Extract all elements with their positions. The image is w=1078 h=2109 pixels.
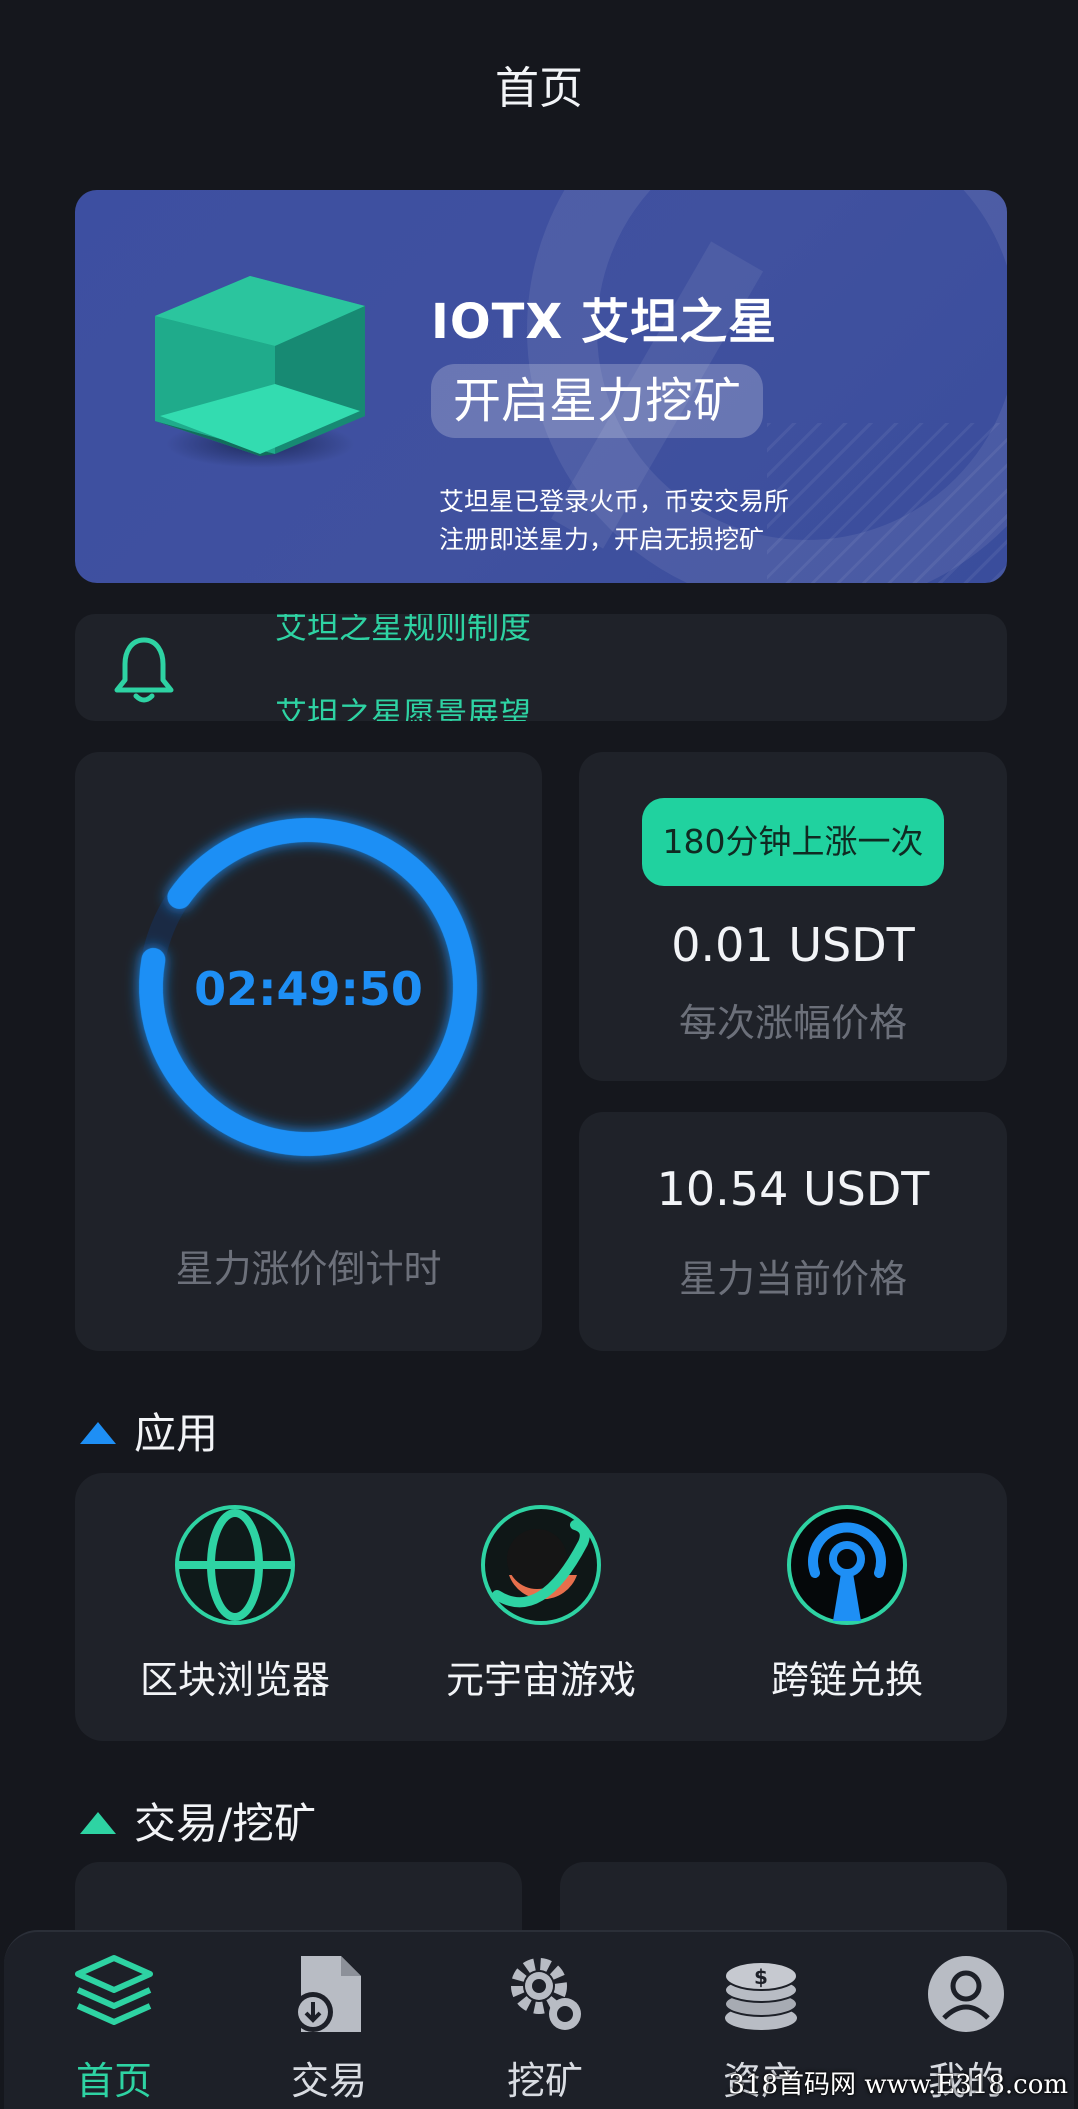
broadcast-icon	[787, 1505, 907, 1625]
user-icon	[928, 1956, 1004, 2032]
section-title-trade: 交易/挖矿	[80, 1790, 316, 1851]
app-label: 区块浏览器	[139, 1658, 330, 1702]
current-price-value: 10.54 USDT	[656, 1162, 930, 1216]
countdown-caption: 星力涨价倒计时	[175, 1247, 442, 1291]
current-price-card: 10.54 USDT 星力当前价格	[579, 1112, 1007, 1351]
tab-label: 首页	[75, 2059, 152, 2103]
gears-icon	[511, 1958, 581, 2030]
banner-subtitle: 注册即送星力，开启无损挖矿	[439, 525, 765, 554]
notice-bar[interactable]: 艾坦之星规则制度 艾坦之星愿景展望	[75, 614, 1007, 721]
app-metaverse-game[interactable]: 元宇宙游戏	[386, 1503, 696, 1704]
watermark: 318首码网 www.E318.com	[728, 2070, 1068, 2100]
tab-home[interactable]: 首页	[19, 1952, 209, 2105]
app-label: 元宇宙游戏	[445, 1658, 636, 1702]
banner-pill: 开启星力挖矿	[431, 364, 764, 438]
app-block-explorer[interactable]: 区块浏览器	[80, 1503, 390, 1704]
rise-amount: 0.01 USDT	[671, 918, 915, 972]
svg-text:$: $	[754, 1965, 768, 1989]
apps-panel: 区块浏览器 元宇宙游戏 跨链兑换	[75, 1473, 1007, 1741]
app-label: 跨链兑换	[770, 1658, 923, 1702]
countdown-timer: 02:49:50	[194, 962, 423, 1016]
price-rise-card: 180分钟上涨一次 0.01 USDT 每次涨幅价格	[579, 752, 1007, 1081]
triangle-icon	[80, 1421, 116, 1444]
document-download-icon	[293, 1956, 361, 2032]
cube-icon	[155, 276, 365, 456]
notice-item[interactable]: 艾坦之星规则制度	[275, 614, 531, 648]
banner-decoration	[767, 423, 1007, 583]
rise-caption: 每次涨幅价格	[678, 1001, 907, 1045]
countdown-card: 02:49:50 星力涨价倒计时	[75, 752, 542, 1351]
section-title-text: 交易/挖矿	[134, 1799, 317, 1848]
tab-mining[interactable]: 挖矿	[450, 1952, 640, 2105]
banner-subtitle: 艾坦星已登录火币，币安交易所	[439, 487, 790, 516]
tab-trade[interactable]: 交易	[234, 1952, 424, 2105]
coins-icon: $	[724, 1961, 798, 2030]
current-price-caption: 星力当前价格	[678, 1257, 907, 1301]
app-cross-chain-swap[interactable]: 跨链兑换	[692, 1503, 1002, 1704]
tab-label: 交易	[290, 2059, 367, 2103]
banner-title: IOTX 艾坦之星	[431, 294, 778, 350]
planet-icon	[481, 1505, 601, 1625]
promo-banner[interactable]: IOTX 艾坦之星 开启星力挖矿 艾坦星已登录火币，币安交易所 注册即送星力，开…	[75, 190, 1007, 583]
section-title-apps: 应用	[80, 1400, 218, 1461]
globe-icon	[175, 1505, 295, 1625]
page-title: 首页	[495, 63, 583, 114]
tab-label: 挖矿	[506, 2059, 583, 2103]
triangle-icon	[80, 1811, 116, 1834]
section-title-text: 应用	[134, 1409, 219, 1458]
layers-icon	[75, 1955, 153, 2025]
rise-interval-badge: 180分钟上涨一次	[642, 798, 944, 886]
notice-item[interactable]: 艾坦之星愿景展望	[275, 689, 531, 721]
bell-icon	[114, 637, 174, 703]
